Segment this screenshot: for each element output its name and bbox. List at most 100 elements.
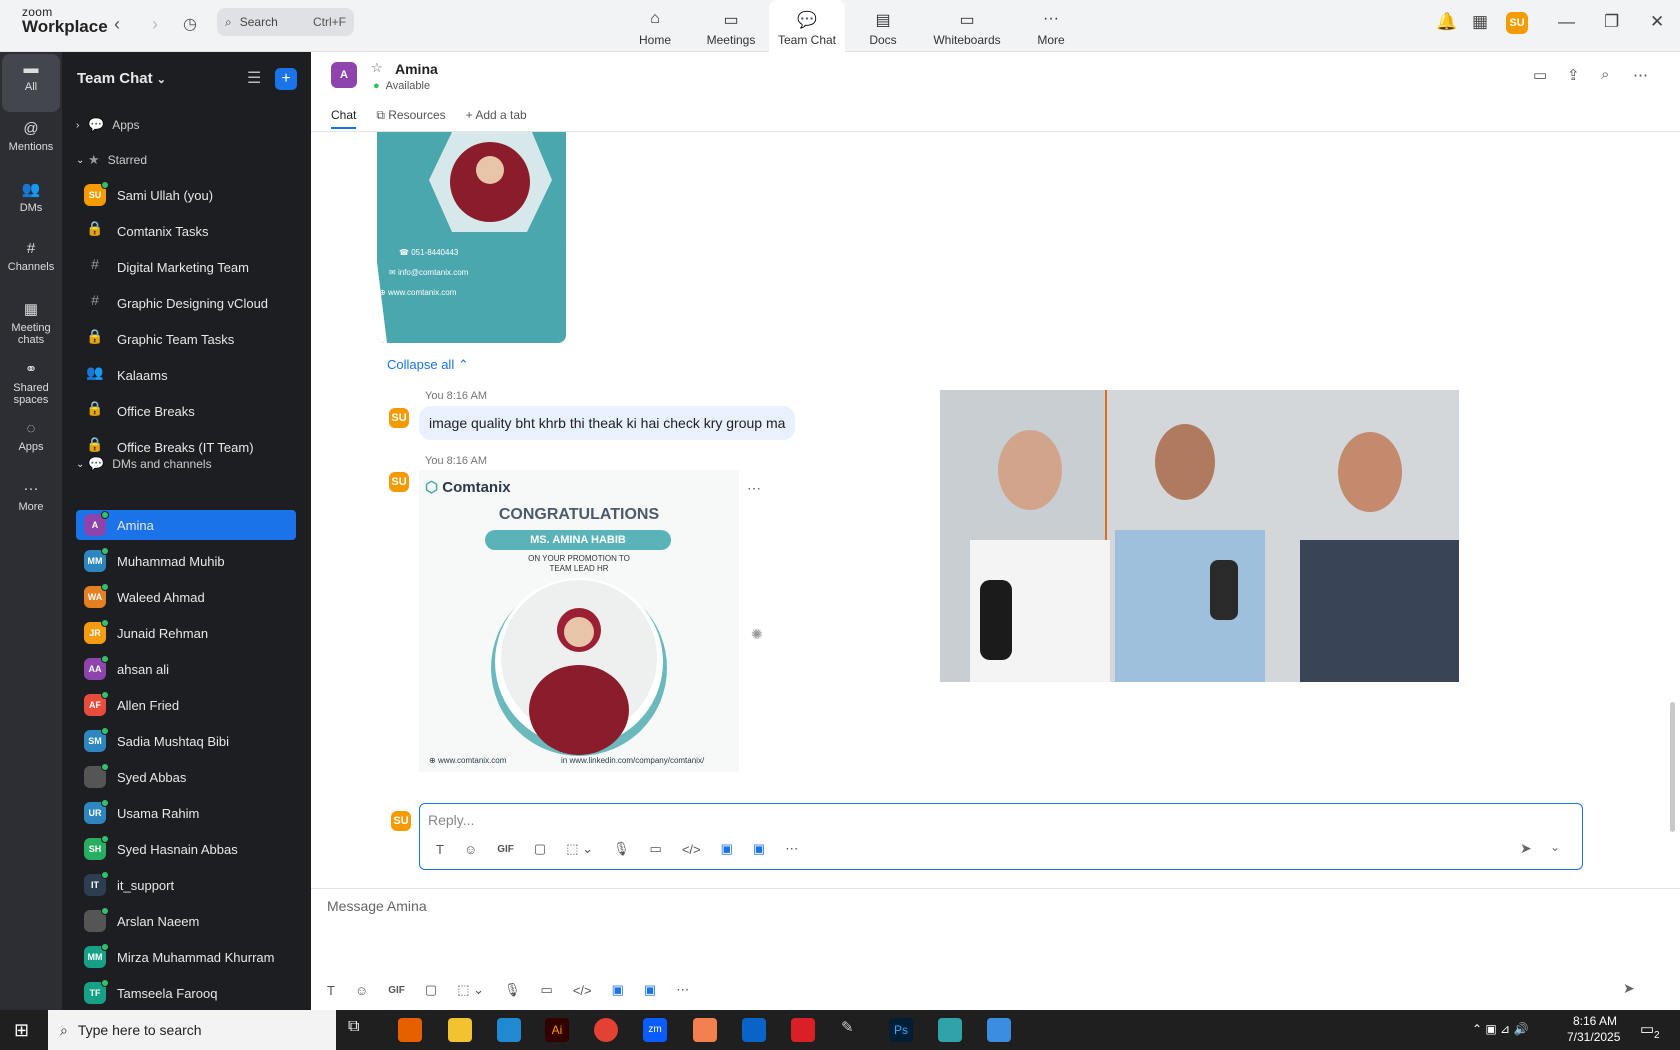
clock[interactable]: 8:16 AM 7/31/2025 [1567,1014,1620,1044]
gif-icon[interactable]: GIF [497,844,514,855]
tab-chat[interactable]: Chat [331,108,357,129]
send-icon[interactable]: ➤ [1520,840,1532,857]
tab-add[interactable]: + Add a tab [466,108,527,129]
sidebar-item[interactable]: SU Sami Ullah (you) [76,180,296,210]
message-bubble[interactable]: image quality bht khrb thi theak ki hai … [419,406,796,440]
file-icon[interactable]: ▢ [534,841,546,857]
more-icon[interactable]: ⋯ [1633,66,1648,84]
calendar-icon[interactable]: ▦ [1472,12,1488,32]
photoshop-icon[interactable]: Ps [889,1018,913,1042]
app-icon[interactable]: ▣ [644,982,656,998]
rail-more[interactable]: ··· More [2,474,60,532]
tab-whiteboards[interactable]: ▭ Whiteboards [921,0,1013,52]
sidebar-item[interactable]: 👥 Kalaams [76,360,296,390]
tab-home[interactable]: ⌂ Home [617,0,693,52]
pen-icon[interactable]: ✎ [841,1018,865,1042]
tab-resources[interactable]: ⧉ Resources [376,108,445,129]
app-icon[interactable]: ▣ [721,841,733,857]
scrollbar[interactable] [1670,702,1675,832]
file-icon[interactable]: ▢ [425,982,437,998]
app-icon[interactable]: ▣ [753,841,765,857]
video-message-icon[interactable]: ▭ [541,982,553,998]
card-image[interactable]: ☎ 051-8440443 ✉ info@comtanix.com ⊕ www.… [377,132,566,343]
sidebar-item[interactable]: MM Mirza Muhammad Khurram [76,942,296,972]
video-thumbnail[interactable] [940,390,1459,682]
chrome-icon[interactable] [594,1018,618,1042]
message-more-icon[interactable]: ⋯ [747,480,761,497]
rail-shared-spaces[interactable]: ⚭ Shared spaces [2,354,60,412]
xampp-icon[interactable] [693,1018,717,1042]
sidebar-item[interactable]: AF Allen Fried [76,690,296,720]
close-icon[interactable]: ✕ [1650,12,1664,32]
rail-mentions[interactable]: @ Mentions [2,114,60,172]
contact-avatar[interactable]: A [331,62,357,88]
sidebar-item[interactable]: # Graphic Designing vCloud [76,288,296,318]
firefox-icon[interactable] [398,1018,422,1042]
bell-icon[interactable]: 🔔 [1436,12,1457,32]
sidebar-item[interactable]: TF Tamseela Farooq [76,978,296,1008]
emoji-icon[interactable]: ☺ [355,983,368,998]
tab-more[interactable]: ··· More [1013,0,1089,52]
section-starred[interactable]: ⌄ ★ Starred [76,145,296,175]
video-message-icon[interactable]: ▭ [650,841,662,857]
vscode-icon[interactable] [497,1018,521,1042]
illustrator-icon[interactable]: Ai [545,1018,569,1042]
sidebar-item[interactable]: 🔒 Graphic Team Tasks [76,324,296,354]
minimize-icon[interactable]: — [1558,12,1575,32]
forward-icon[interactable]: › [152,14,158,35]
more-icon[interactable]: ⋯ [785,841,798,857]
rail-channels[interactable]: # Channels [2,234,60,292]
sidebar-item[interactable]: A Amina [76,510,296,540]
zoom-icon[interactable]: zm [643,1018,667,1042]
new-chat-button[interactable]: + [275,68,297,90]
taskbar-search[interactable]: ⌕ Type here to search [48,1010,336,1050]
rail-meeting-chats[interactable]: ▦ Meeting chats [2,294,60,352]
filter-icon[interactable]: ☰ [247,68,261,88]
rail-apps[interactable]: ◌ Apps [2,414,60,472]
sidebar-item[interactable]: AA ahsan ali [76,654,296,684]
send-icon[interactable]: ➤ [1623,980,1635,997]
sidebar-item[interactable]: 🔒 Comtanix Tasks [76,216,296,246]
screenshot-icon[interactable]: ⬚ ⌄ [566,841,593,857]
task-view-icon[interactable]: ⧉ [348,1018,372,1042]
reply-box[interactable]: Reply... T ☺ GIF ▢ ⬚ ⌄ 🎙 ▭ </> ▣ ▣ ⋯ ➤ ⌄ [419,803,1583,870]
photos-icon[interactable] [987,1018,1011,1042]
format-icon[interactable]: T [436,842,444,857]
sidebar-item[interactable]: JR Junaid Rehman [76,618,296,648]
format-icon[interactable]: T [327,983,335,998]
sidebar-item[interactable]: IT it_support [76,870,296,900]
star-icon[interactable]: ☆ [371,60,383,76]
rail-dms[interactable]: 👥 DMs [2,174,60,232]
reply-input[interactable]: Reply... [428,812,474,828]
emoji-icon[interactable]: ☺ [464,842,477,857]
rail-all[interactable]: ▬ All [2,54,60,112]
video-icon[interactable]: ▭ [1533,66,1547,84]
sidebar-item[interactable]: 🔒 Office Breaks [76,396,296,426]
creative-cloud-icon[interactable] [791,1018,815,1042]
sidebar-item[interactable]: Syed Abbas [76,762,296,792]
sidebar-item[interactable]: MM Muhammad Muhib [76,546,296,576]
search-box[interactable]: ⌕ Search Ctrl+F [217,8,354,36]
sidebar-item[interactable]: SM Sadia Mushtaq Bibi [76,726,296,756]
sidebar-item[interactable]: UR Usama Rahim [76,798,296,828]
message-input[interactable]: Message Amina [327,898,427,914]
gif-icon[interactable]: GIF [388,985,405,996]
windows-start-icon[interactable]: ⊞ [14,1020,29,1041]
chevron-down-icon[interactable]: ⌄ [1550,840,1560,854]
sidebar-item[interactable]: WA Waleed Ahmad [76,582,296,612]
sidebar-item[interactable]: # Digital Marketing Team [76,252,296,282]
mic-icon[interactable]: 🎙 [613,841,630,857]
app-icon[interactable] [938,1018,962,1042]
more-icon[interactable]: ⋯ [676,982,689,998]
screenshot-icon[interactable]: ⬚ ⌄ [457,982,484,998]
code-icon[interactable]: </> [682,842,701,857]
section-apps[interactable]: › 💬 Apps [76,110,296,140]
sidebar-item[interactable]: Arslan Naeem [76,906,296,936]
mic-icon[interactable]: 🎙 [504,982,521,998]
sidebar-item[interactable]: SH Syed Hasnain Abbas [76,834,296,864]
file-explorer-icon[interactable] [448,1018,472,1042]
history-icon[interactable]: ◷ [183,14,197,34]
share-screen-icon[interactable]: ⇪ [1567,66,1580,84]
section-dms[interactable]: ⌄ 💬 DMs and channels [76,449,296,479]
code-icon[interactable]: </> [573,983,592,998]
